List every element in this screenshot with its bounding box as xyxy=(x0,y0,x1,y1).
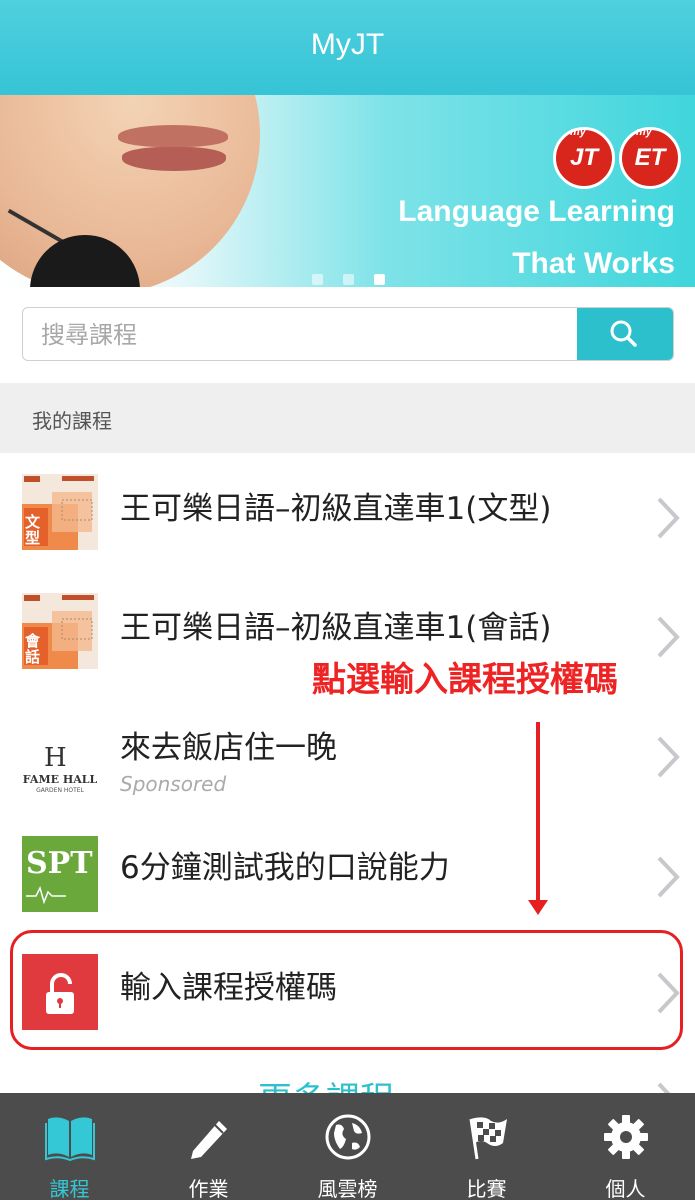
tab-label: 風雲榜 xyxy=(317,1177,378,1201)
chevron-right-icon xyxy=(657,856,680,898)
annotation-arrow-head xyxy=(528,900,548,915)
course-row[interactable]: SPT 6分鐘測試我的口說能力 xyxy=(0,812,695,943)
course-title: 王可樂日語–初級直達車1(文型) xyxy=(120,491,552,527)
more-courses-row[interactable]: 更多課程 xyxy=(0,1052,695,1097)
myjt-logo-text: JT xyxy=(569,144,598,171)
course-title: 王可樂日語–初級直達車1(會話) xyxy=(120,610,552,646)
spt-logo-text: SPT xyxy=(26,846,93,881)
gear-icon xyxy=(604,1115,648,1159)
course-title: 6分鐘測試我的口說能力 xyxy=(120,850,450,886)
promo-banner[interactable]: my JT my ET Language Learning That Works xyxy=(0,95,695,287)
fame-hall-sub: GARDEN HOTEL xyxy=(36,787,84,794)
tab-label: 比賽 xyxy=(466,1177,507,1201)
tab-label: 作業 xyxy=(188,1177,229,1201)
search-area xyxy=(0,287,695,383)
myjt-logo: my JT xyxy=(553,126,615,189)
book-icon xyxy=(45,1117,95,1161)
search-box xyxy=(22,307,674,361)
tab-label: 個人 xyxy=(605,1177,646,1201)
search-input[interactable] xyxy=(39,308,573,360)
checkered-flag-icon xyxy=(469,1117,507,1160)
carousel-dots xyxy=(312,270,400,287)
section-title: 我的課程 xyxy=(32,409,112,433)
pencil-icon xyxy=(191,1121,227,1159)
bottom-tab-bar: 課程 作業 風雲榜 比賽 個人 xyxy=(0,1093,695,1201)
carousel-dot[interactable] xyxy=(312,274,323,285)
thumbnail-label: 會話 xyxy=(25,632,41,666)
my-courses-header: 我的課程 xyxy=(0,383,695,453)
fame-hall-monogram: H xyxy=(44,743,67,773)
banner-tagline-line1: Language Learning xyxy=(398,195,675,228)
myet-logo-text: ET xyxy=(634,144,666,171)
sponsored-label: Sponsored xyxy=(120,772,227,796)
search-icon xyxy=(610,320,637,347)
banner-tagline-line2: That Works xyxy=(512,247,675,280)
course-title: 來去飯店住一晚 xyxy=(120,730,337,766)
tab-profile[interactable]: 個人 xyxy=(556,1093,695,1201)
course-thumbnail: 文型 xyxy=(22,474,98,550)
carousel-dot-active[interactable] xyxy=(374,274,386,285)
spt-logo: SPT xyxy=(22,836,98,912)
myet-logo-prefix: my xyxy=(636,126,652,138)
banner-lip-bottom xyxy=(122,147,226,171)
app-title: MyJT xyxy=(310,28,385,61)
annotation-highlight-box xyxy=(10,930,683,1050)
course-row[interactable]: 文型 王可樂日語–初級直達車1(文型) xyxy=(0,453,695,584)
chevron-right-icon xyxy=(657,736,680,778)
tab-leaderboard[interactable]: 風雲榜 xyxy=(278,1093,417,1201)
banner-lip-top xyxy=(118,125,228,147)
top-nav-bar: MyJT xyxy=(0,0,695,95)
thumbnail-label: 文型 xyxy=(25,513,41,547)
annotation-arrow-line xyxy=(536,722,540,907)
myet-logo: my ET xyxy=(619,126,681,189)
chevron-right-icon xyxy=(657,497,680,539)
myjt-logo-prefix: my xyxy=(570,126,586,138)
course-thumbnail: 會話 xyxy=(22,593,98,669)
instruction-annotation: 點選輸入課程授權碼 xyxy=(312,660,618,700)
tab-competition[interactable]: 比賽 xyxy=(417,1093,556,1201)
search-button[interactable] xyxy=(577,308,673,360)
tab-courses[interactable]: 課程 xyxy=(0,1093,139,1201)
globe-icon xyxy=(325,1114,371,1160)
fame-hall-brand: FAME HALL xyxy=(22,773,98,786)
sponsored-course-row[interactable]: H FAME HALL GARDEN HOTEL 來去飯店住一晚 Sponsor… xyxy=(0,692,695,823)
tab-homework[interactable]: 作業 xyxy=(139,1093,278,1201)
fame-hall-logo: H FAME HALL GARDEN HOTEL xyxy=(22,713,98,794)
chevron-right-icon xyxy=(657,616,680,658)
tab-label: 課程 xyxy=(49,1177,90,1201)
carousel-dot[interactable] xyxy=(343,274,355,285)
